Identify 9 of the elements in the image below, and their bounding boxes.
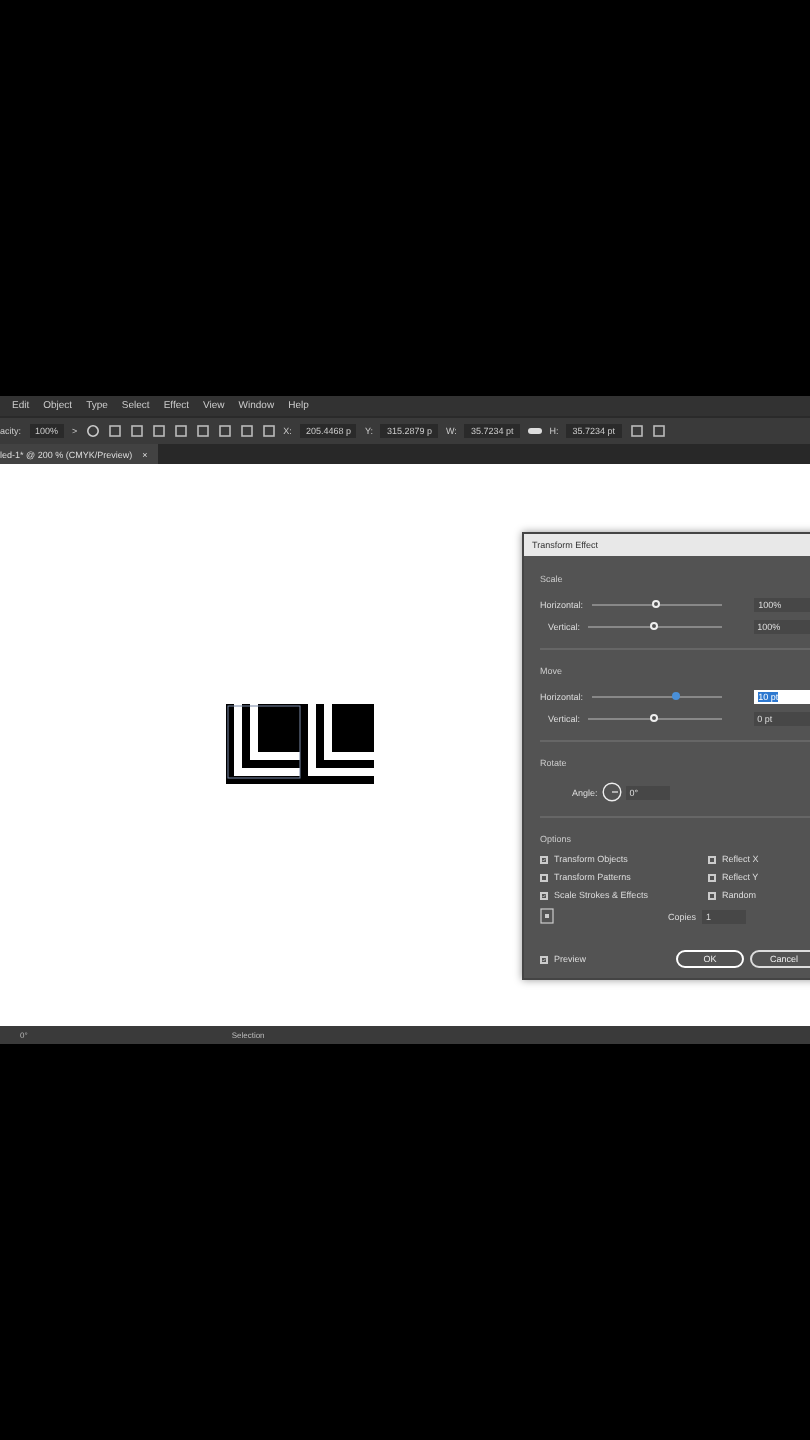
checkbox[interactable] <box>540 855 548 863</box>
checkbox[interactable] <box>708 891 716 899</box>
checkbox[interactable] <box>540 955 548 963</box>
checkbox[interactable] <box>708 855 716 863</box>
checkbox[interactable] <box>708 873 716 881</box>
checkbox[interactable] <box>540 873 548 881</box>
globe-icon[interactable] <box>85 424 100 438</box>
checkbox[interactable] <box>540 891 548 899</box>
angle-dial[interactable] <box>601 782 622 802</box>
